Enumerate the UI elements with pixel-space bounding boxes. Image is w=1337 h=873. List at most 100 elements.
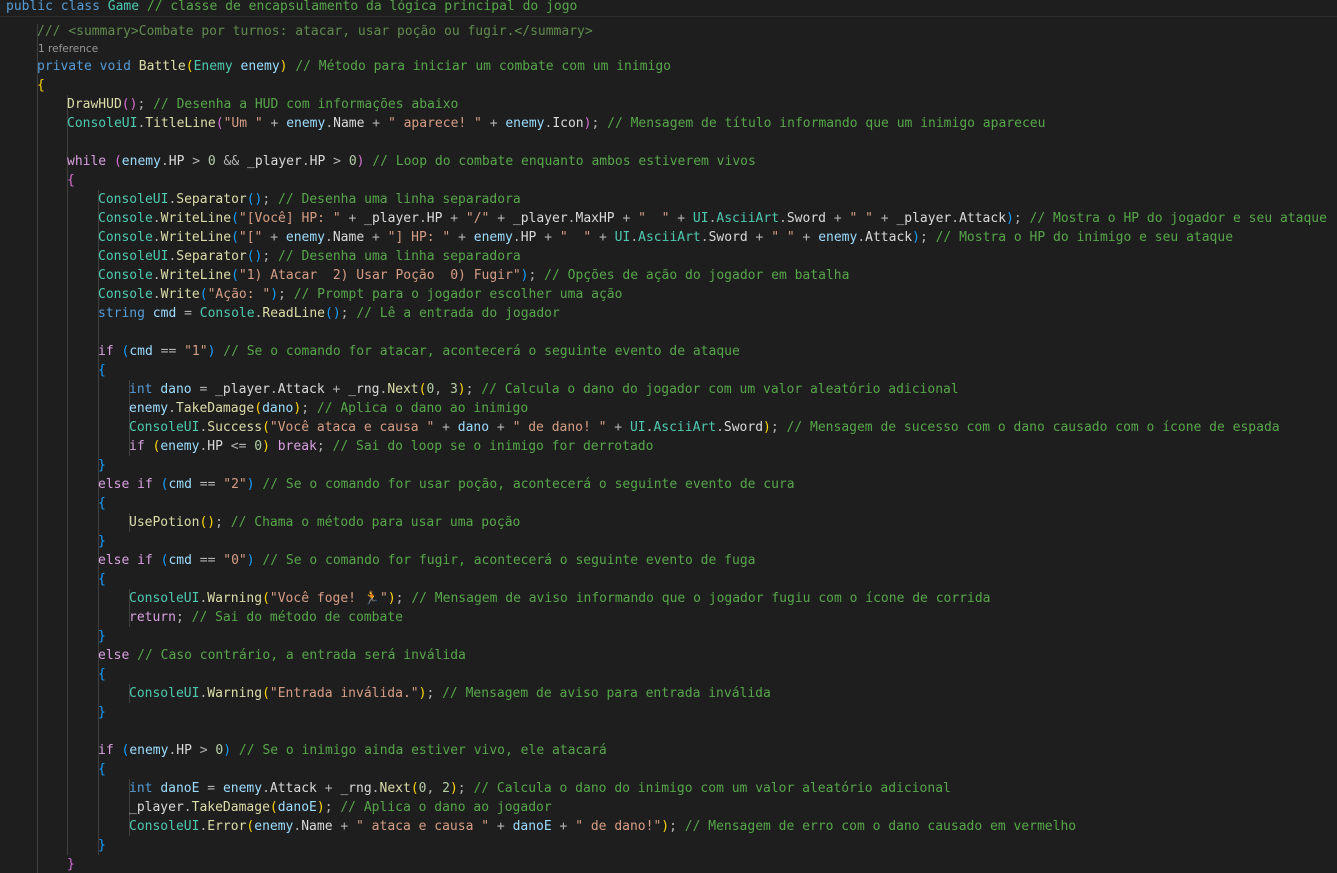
code-token: = xyxy=(199,781,223,796)
code-token: 0 xyxy=(254,439,263,454)
code-token: 0 xyxy=(348,154,357,169)
code-token: == xyxy=(191,477,224,492)
code-token: "0" xyxy=(223,553,247,568)
code-line[interactable]: Console.Write("Ação: "); // Prompt para … xyxy=(98,285,622,304)
code-token: private xyxy=(37,59,100,74)
code-lens-references[interactable]: 1 reference xyxy=(38,42,98,56)
code-token: Warning xyxy=(207,686,263,701)
code-line[interactable]: ConsoleUI.Warning("Entrada inválida."); … xyxy=(129,684,771,703)
code-line[interactable]: ConsoleUI.Separator(); // Desenha uma li… xyxy=(98,247,521,266)
code-token: + xyxy=(332,819,357,834)
code-line[interactable]: ConsoleUI.Error(enemy.Name + " ataca e c… xyxy=(129,817,1076,836)
code-token: { xyxy=(98,572,106,587)
code-token: ReadLine xyxy=(262,306,326,321)
code-token: // Lê a entrada do jogador xyxy=(356,306,560,321)
code-token: dano xyxy=(457,420,490,435)
code-token: > xyxy=(325,154,349,169)
code-line[interactable]: else if (cmd == "2") // Se o comando for… xyxy=(98,475,795,494)
code-line[interactable]: else if (cmd == "0") // Se o comando for… xyxy=(98,551,755,570)
code-line[interactable]: { xyxy=(67,171,75,190)
code-token: { xyxy=(98,762,106,777)
code-token: Game xyxy=(107,0,140,14)
code-token: "Um " xyxy=(223,116,263,131)
code-token: () xyxy=(121,97,138,112)
code-token: ; xyxy=(262,192,279,207)
code-token: ; xyxy=(395,591,412,606)
code-token: ( xyxy=(231,211,239,226)
code-token: "Ação: " xyxy=(207,287,271,302)
code-line[interactable]: Console.WriteLine("[Você] HP: " + _playe… xyxy=(98,209,1327,228)
code-line[interactable]: ConsoleUI.Warning("Você foge! 🏃"); // Me… xyxy=(129,589,991,608)
code-token: UI xyxy=(614,230,631,245)
code-editor[interactable]: public class Game // classe de encapsula… xyxy=(0,0,1337,873)
code-token: cmd xyxy=(129,344,153,359)
code-line[interactable]: UsePotion(); // Chama o método para usar… xyxy=(129,513,520,532)
code-token: ) xyxy=(457,382,466,397)
code-line[interactable]: ConsoleUI.Success("Você ataca e causa " … xyxy=(129,418,1280,437)
code-token: _rng xyxy=(348,382,380,397)
code-line[interactable]: { xyxy=(98,570,106,589)
code-token: ( xyxy=(231,230,239,245)
code-token: + xyxy=(489,420,513,435)
code-token: ( xyxy=(262,591,270,606)
code-token: // Caso contrário, a entrada será inváli… xyxy=(137,648,466,663)
code-token: && xyxy=(215,154,248,169)
code-token: . xyxy=(567,211,576,226)
code-token: ; xyxy=(919,230,936,245)
code-token: . xyxy=(152,268,161,283)
code-line[interactable]: ConsoleUI.Separator(); // Desenha uma li… xyxy=(98,190,521,209)
code-line[interactable]: { xyxy=(98,361,106,380)
code-token: string xyxy=(98,306,153,321)
code-token: // Desenha uma linha separadora xyxy=(278,249,521,264)
code-token: { xyxy=(98,496,106,511)
code-token: enemy xyxy=(121,154,161,169)
code-line[interactable]: } xyxy=(98,627,106,646)
code-line[interactable]: Console.WriteLine("1) Atacar 2) Usar Poç… xyxy=(98,266,849,285)
code-token: TakeDamage xyxy=(191,800,270,815)
code-token: Sword xyxy=(708,230,748,245)
code-token: > xyxy=(191,743,216,758)
code-line[interactable]: else // Caso contrário, a entrada será i… xyxy=(98,646,466,665)
code-line[interactable]: return; // Sai do método de combate xyxy=(129,608,403,627)
code-token: Console xyxy=(199,306,255,321)
code-line[interactable]: DrawHUD(); // Desenha a HUD com informaç… xyxy=(67,95,458,114)
code-token: ) xyxy=(763,420,771,435)
code-line[interactable]: } xyxy=(98,703,106,722)
code-line[interactable]: } xyxy=(98,456,106,475)
code-line[interactable]: if (enemy.HP <= 0) break; // Sai do loop… xyxy=(129,437,653,456)
code-token: // Se o comando for atacar, acontecerá o… xyxy=(215,344,740,359)
code-line[interactable]: int dano = _player.Attack + _rng.Next(0,… xyxy=(129,380,959,399)
code-line[interactable]: _player.TakeDamage(danoE); // Aplica o d… xyxy=(129,798,552,817)
code-token: if xyxy=(137,477,161,492)
code-line[interactable]: { xyxy=(98,760,106,779)
code-token: . xyxy=(630,230,639,245)
code-line[interactable]: { xyxy=(98,494,106,513)
code-line[interactable]: { xyxy=(98,665,106,684)
code-line[interactable]: enemy.TakeDamage(dano); // Aplica o dano… xyxy=(129,399,528,418)
code-line[interactable]: } xyxy=(98,532,106,551)
code-token: HP xyxy=(426,211,443,226)
code-token: " de dano!" xyxy=(575,819,662,834)
code-line[interactable]: ConsoleUI.TitleLine("Um " + enemy.Name +… xyxy=(67,114,1045,133)
code-line[interactable]: } xyxy=(98,836,106,855)
code-token: ) xyxy=(1006,211,1014,226)
code-line[interactable]: } xyxy=(67,855,75,873)
code-line[interactable]: while (enemy.HP > 0 && _player.HP > 0) /… xyxy=(67,152,756,171)
code-token: . xyxy=(152,211,161,226)
code-token: Next xyxy=(387,382,419,397)
code-token: + xyxy=(316,781,341,796)
code-token: // Mensagem de aviso para entrada inváli… xyxy=(442,686,771,701)
code-line[interactable]: Console.WriteLine("[" + enemy.Name + "] … xyxy=(98,228,1233,247)
code-line[interactable]: private void Battle(Enemy enemy) // Méto… xyxy=(37,57,671,76)
code-line[interactable]: if (enemy.HP > 0) // Se o inimigo ainda … xyxy=(98,741,607,760)
code-line[interactable]: public class Game // classe de encapsula… xyxy=(0,0,1337,17)
code-line[interactable]: /// <summary>Combate por turnos: atacar,… xyxy=(37,22,593,41)
code-line[interactable]: int danoE = enemy.Attack + _rng.Next(0, … xyxy=(129,779,951,798)
code-token: () xyxy=(199,515,216,530)
code-token: ) xyxy=(270,287,279,302)
code-line[interactable]: string cmd = Console.ReadLine(); // Lê a… xyxy=(98,304,560,323)
code-token: ; xyxy=(316,439,333,454)
code-line[interactable]: { xyxy=(37,76,45,95)
code-token: Name xyxy=(301,819,333,834)
code-line[interactable]: if (cmd == "1") // Se o comando for atac… xyxy=(98,342,740,361)
